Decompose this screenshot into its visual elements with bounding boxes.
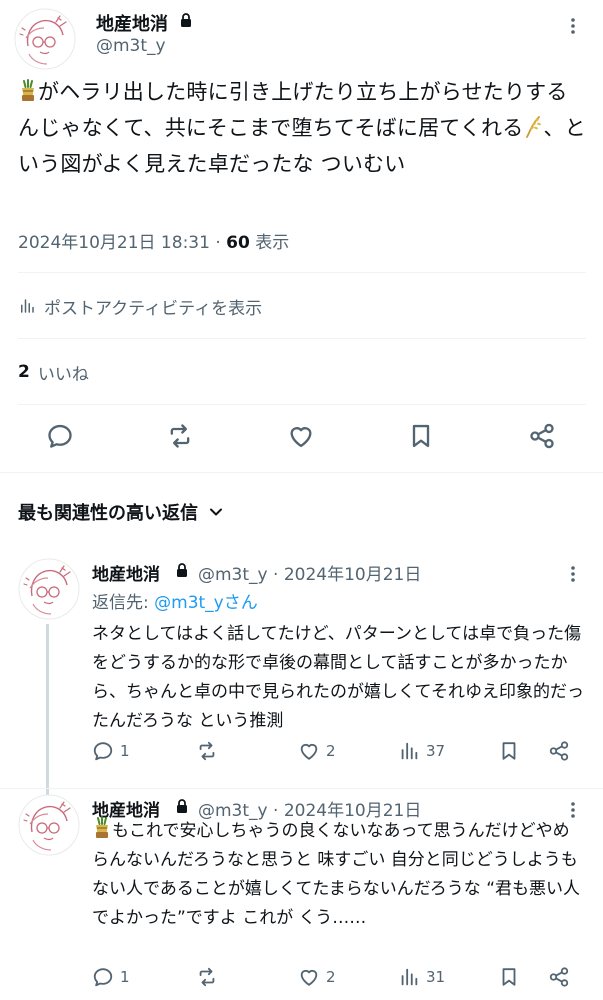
analytics-icon	[18, 297, 36, 315]
avatar[interactable]	[14, 8, 76, 70]
reply-sort-dropdown[interactable]: 最も関連性の高い返信	[18, 497, 224, 527]
reply-text: ネタとしてはよく話してたけど、パターンとしては卓で負った傷をどうするか的な形で卓…	[92, 624, 584, 731]
reply-count: 1	[120, 968, 130, 986]
reply-icon	[92, 740, 114, 762]
meta-separator: ·	[215, 233, 221, 253]
views-icon	[398, 740, 420, 762]
chevron-down-icon	[208, 504, 224, 520]
bookmark-button[interactable]	[498, 736, 520, 766]
reply-button[interactable]: 1	[92, 962, 130, 992]
author-name[interactable]: 地産地消	[92, 560, 160, 585]
view-count: 31	[426, 968, 446, 986]
reply-count: 1	[120, 742, 130, 760]
divider	[0, 788, 603, 789]
reply-to-handle[interactable]: @m3t_yさん	[154, 593, 258, 613]
views-button[interactable]: 31	[398, 962, 445, 992]
reply-icon	[92, 966, 114, 988]
more-icon[interactable]	[563, 564, 583, 584]
divider	[18, 338, 586, 339]
like-count: 2	[326, 742, 336, 760]
divider	[18, 272, 586, 273]
reply-item[interactable]: 地産地消 @m3t_y · 2024年10月21日 もこれで安心しちゃうの良くな…	[0, 794, 603, 1000]
like-button[interactable]: 2	[298, 962, 336, 992]
like-icon	[298, 966, 320, 988]
avatar[interactable]	[18, 558, 80, 620]
bookmark-icon	[498, 966, 520, 988]
like-count: 2	[326, 968, 336, 986]
lock-icon	[174, 798, 190, 814]
like-icon[interactable]	[285, 420, 317, 452]
bookmark-button[interactable]	[498, 962, 520, 992]
tweet-text: がヘラリ出した時に引き上げたり立ち上がらせたりするんじゃなくて、共にそこまで堕ち…	[18, 74, 586, 182]
repost-icon[interactable]	[164, 420, 196, 452]
thread-line	[46, 624, 49, 800]
reply-button[interactable]: 1	[92, 736, 130, 766]
post-activity-label: ポストアクティビティを表示	[44, 298, 263, 319]
share-icon[interactable]	[526, 420, 558, 452]
reply-text-body: もこれで安心しちゃうの良くないなあって思うんだけどやめらんないんだろうなと思うと…	[92, 821, 580, 928]
reply-text: もこれで安心しちゃうの良くないなあって思うんだけどやめらんないんだろうなと思うと…	[92, 816, 586, 933]
author-handle-date: @m3t_y · 2024年10月21日	[198, 560, 421, 585]
tweet-text-body: がヘラリ出した時に引き上げたり立ち上がらせたりするんじゃなくて、共にそこまで堕ち…	[18, 80, 568, 140]
author-name[interactable]: 地産地消	[96, 10, 168, 36]
bookmark-icon[interactable]	[405, 420, 437, 452]
kadomatsu-icon	[18, 79, 38, 103]
likes-count: 2	[18, 362, 30, 382]
views-icon	[398, 966, 420, 988]
lock-icon	[174, 562, 190, 578]
meta-separator: ·	[273, 565, 279, 585]
author-handle[interactable]: @m3t_y	[96, 36, 166, 56]
reply-to: 返信先: @m3t_yさん	[92, 588, 258, 613]
likes-summary[interactable]: 2 いいね	[18, 358, 89, 386]
reply-sort-label: 最も関連性の高い返信	[18, 503, 198, 524]
views-button[interactable]: 37	[398, 736, 445, 766]
author-handle[interactable]: @m3t_y	[198, 565, 268, 585]
like-button[interactable]: 2	[298, 736, 336, 766]
repost-icon	[196, 966, 218, 988]
post-activity-link[interactable]: ポストアクティビティを表示	[18, 290, 262, 322]
repost-button[interactable]	[196, 962, 224, 992]
divider	[0, 472, 603, 473]
kadomatsu-icon	[92, 816, 112, 840]
rice-ear-icon	[523, 115, 543, 139]
like-icon	[298, 740, 320, 762]
reply-item[interactable]: 地産地消 @m3t_y · 2024年10月21日 返信先: @m3t_yさん …	[0, 558, 603, 800]
share-button[interactable]	[548, 962, 570, 992]
tweet-meta: 2024年10月21日 18:31 · 60 表示	[18, 228, 289, 253]
lock-icon	[178, 12, 194, 28]
likes-label: いいね	[37, 364, 89, 385]
reply-actions: 1 2 37	[92, 736, 586, 766]
tweet-actions	[0, 420, 603, 458]
view-count: 37	[426, 742, 446, 760]
share-button[interactable]	[548, 736, 570, 766]
views-label: 表示	[255, 233, 290, 253]
reply-icon[interactable]	[44, 420, 76, 452]
avatar[interactable]	[18, 794, 80, 856]
reply-to-prefix: 返信先:	[92, 593, 155, 613]
reply-date[interactable]: 2024年10月21日	[284, 565, 422, 585]
bookmark-icon	[498, 740, 520, 762]
views-count: 60	[226, 233, 250, 253]
reply-actions: 1 2 31	[92, 962, 586, 992]
divider	[18, 404, 586, 405]
share-icon	[548, 966, 570, 988]
repost-button[interactable]	[196, 736, 224, 766]
more-icon[interactable]	[563, 16, 583, 36]
repost-icon	[196, 740, 218, 762]
main-tweet-header: 地産地消 @m3t_y	[0, 0, 603, 70]
timestamp[interactable]: 2024年10月21日 18:31	[18, 233, 210, 253]
share-icon	[548, 740, 570, 762]
